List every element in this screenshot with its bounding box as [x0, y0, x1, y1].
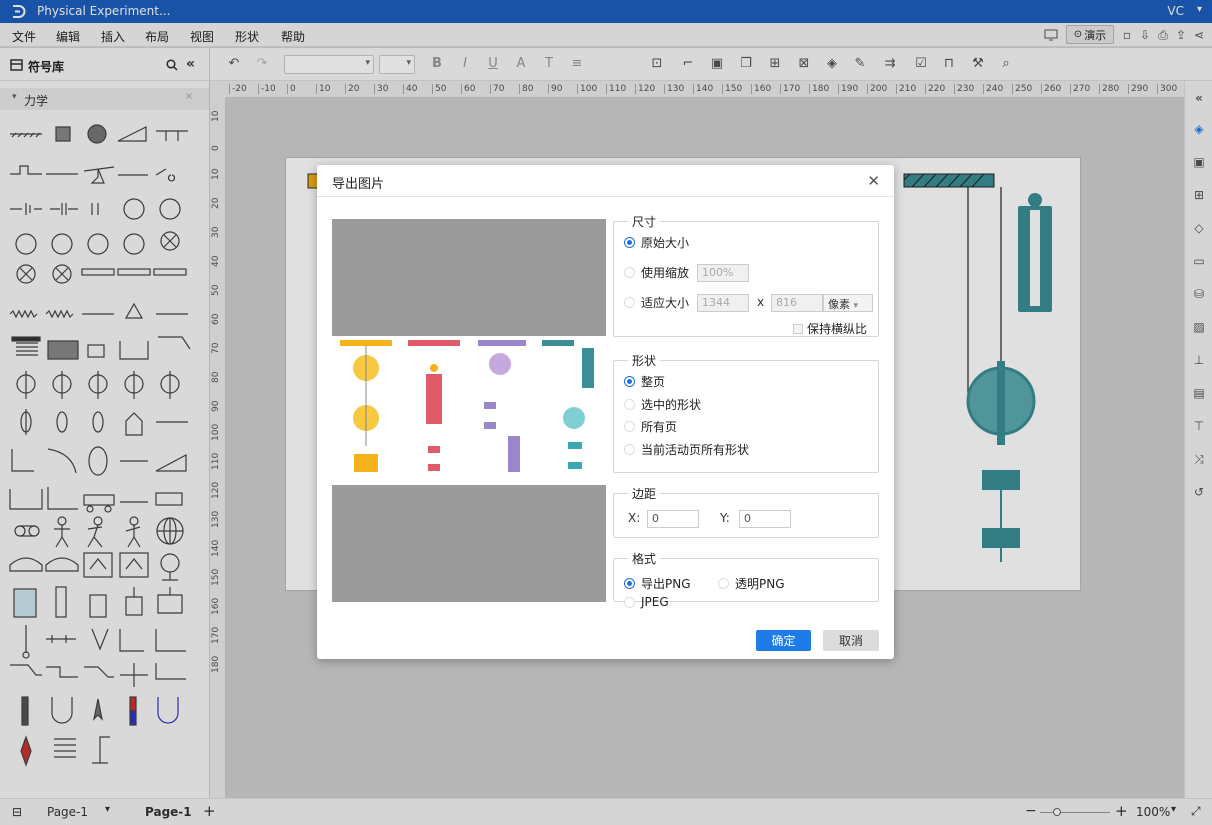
divider [317, 196, 894, 197]
margin-y-input[interactable]: 0 [739, 510, 791, 528]
size-legend: 尺寸 [632, 215, 657, 229]
current-page-all-label: 当前活动页所有形状 [641, 443, 750, 457]
jpeg-radio[interactable]: JPEG [624, 595, 669, 609]
scale-input[interactable]: 100% [697, 264, 749, 282]
whole-page-label: 整页 [641, 375, 666, 389]
selected-shapes-label: 选中的形状 [641, 398, 702, 412]
all-pages-label: 所有页 [641, 420, 678, 434]
selected-shapes-radio[interactable]: 选中的形状 [624, 396, 701, 413]
whole-page-radio[interactable]: 整页 [624, 373, 665, 390]
margin-y-label: Y: [720, 511, 730, 525]
transparent-png-label: 透明PNG [735, 577, 785, 591]
close-icon[interactable]: ✕ [867, 172, 880, 190]
confirm-button[interactable]: 确定 [756, 630, 811, 651]
keep-ratio-label: 保持横纵比 [807, 322, 868, 336]
height-input[interactable]: 816 [771, 294, 823, 312]
width-input[interactable]: 1344 [697, 294, 749, 312]
format-legend: 格式 [632, 552, 657, 566]
fit-size-radio[interactable]: 适应大小 [624, 294, 689, 311]
use-scale-label: 使用缩放 [641, 266, 690, 280]
margin-x-label: X: [628, 511, 641, 525]
export-png-label: 导出PNG [641, 577, 691, 591]
preview-diagram [340, 340, 594, 472]
fit-size-label: 适应大小 [641, 296, 690, 310]
unit-select[interactable]: 像素 ▾ [823, 294, 873, 312]
cancel-button[interactable]: 取消 [823, 630, 879, 651]
margin-legend: 边距 [632, 487, 657, 501]
dialog-title: 导出图片 [332, 177, 385, 192]
shape-legend: 形状 [632, 354, 657, 368]
current-page-all-radio[interactable]: 当前活动页所有形状 [624, 441, 749, 458]
export-png-radio[interactable]: 导出PNG [624, 575, 691, 592]
unit-label: 像素 [828, 298, 850, 311]
margin-x-input[interactable]: 0 [647, 510, 699, 528]
original-size-radio[interactable]: 原始大小 [624, 234, 689, 251]
all-pages-radio[interactable]: 所有页 [624, 418, 677, 435]
jpeg-label: JPEG [641, 595, 669, 609]
keep-ratio-checkbox[interactable]: 保持横纵比 [793, 320, 867, 337]
export-preview [332, 219, 606, 602]
original-size-label: 原始大小 [641, 236, 690, 250]
transparent-png-radio[interactable]: 透明PNG [718, 575, 785, 592]
size-x-label: x [757, 295, 765, 309]
use-scale-radio[interactable]: 使用缩放 [624, 264, 689, 281]
chevron-down-icon: ▾ [853, 301, 859, 311]
preview-image [332, 336, 606, 485]
export-image-dialog: 导出图片 ✕ 尺寸 原始大小 使用缩放 100% 适应大小 1344 x 816… [317, 165, 894, 659]
